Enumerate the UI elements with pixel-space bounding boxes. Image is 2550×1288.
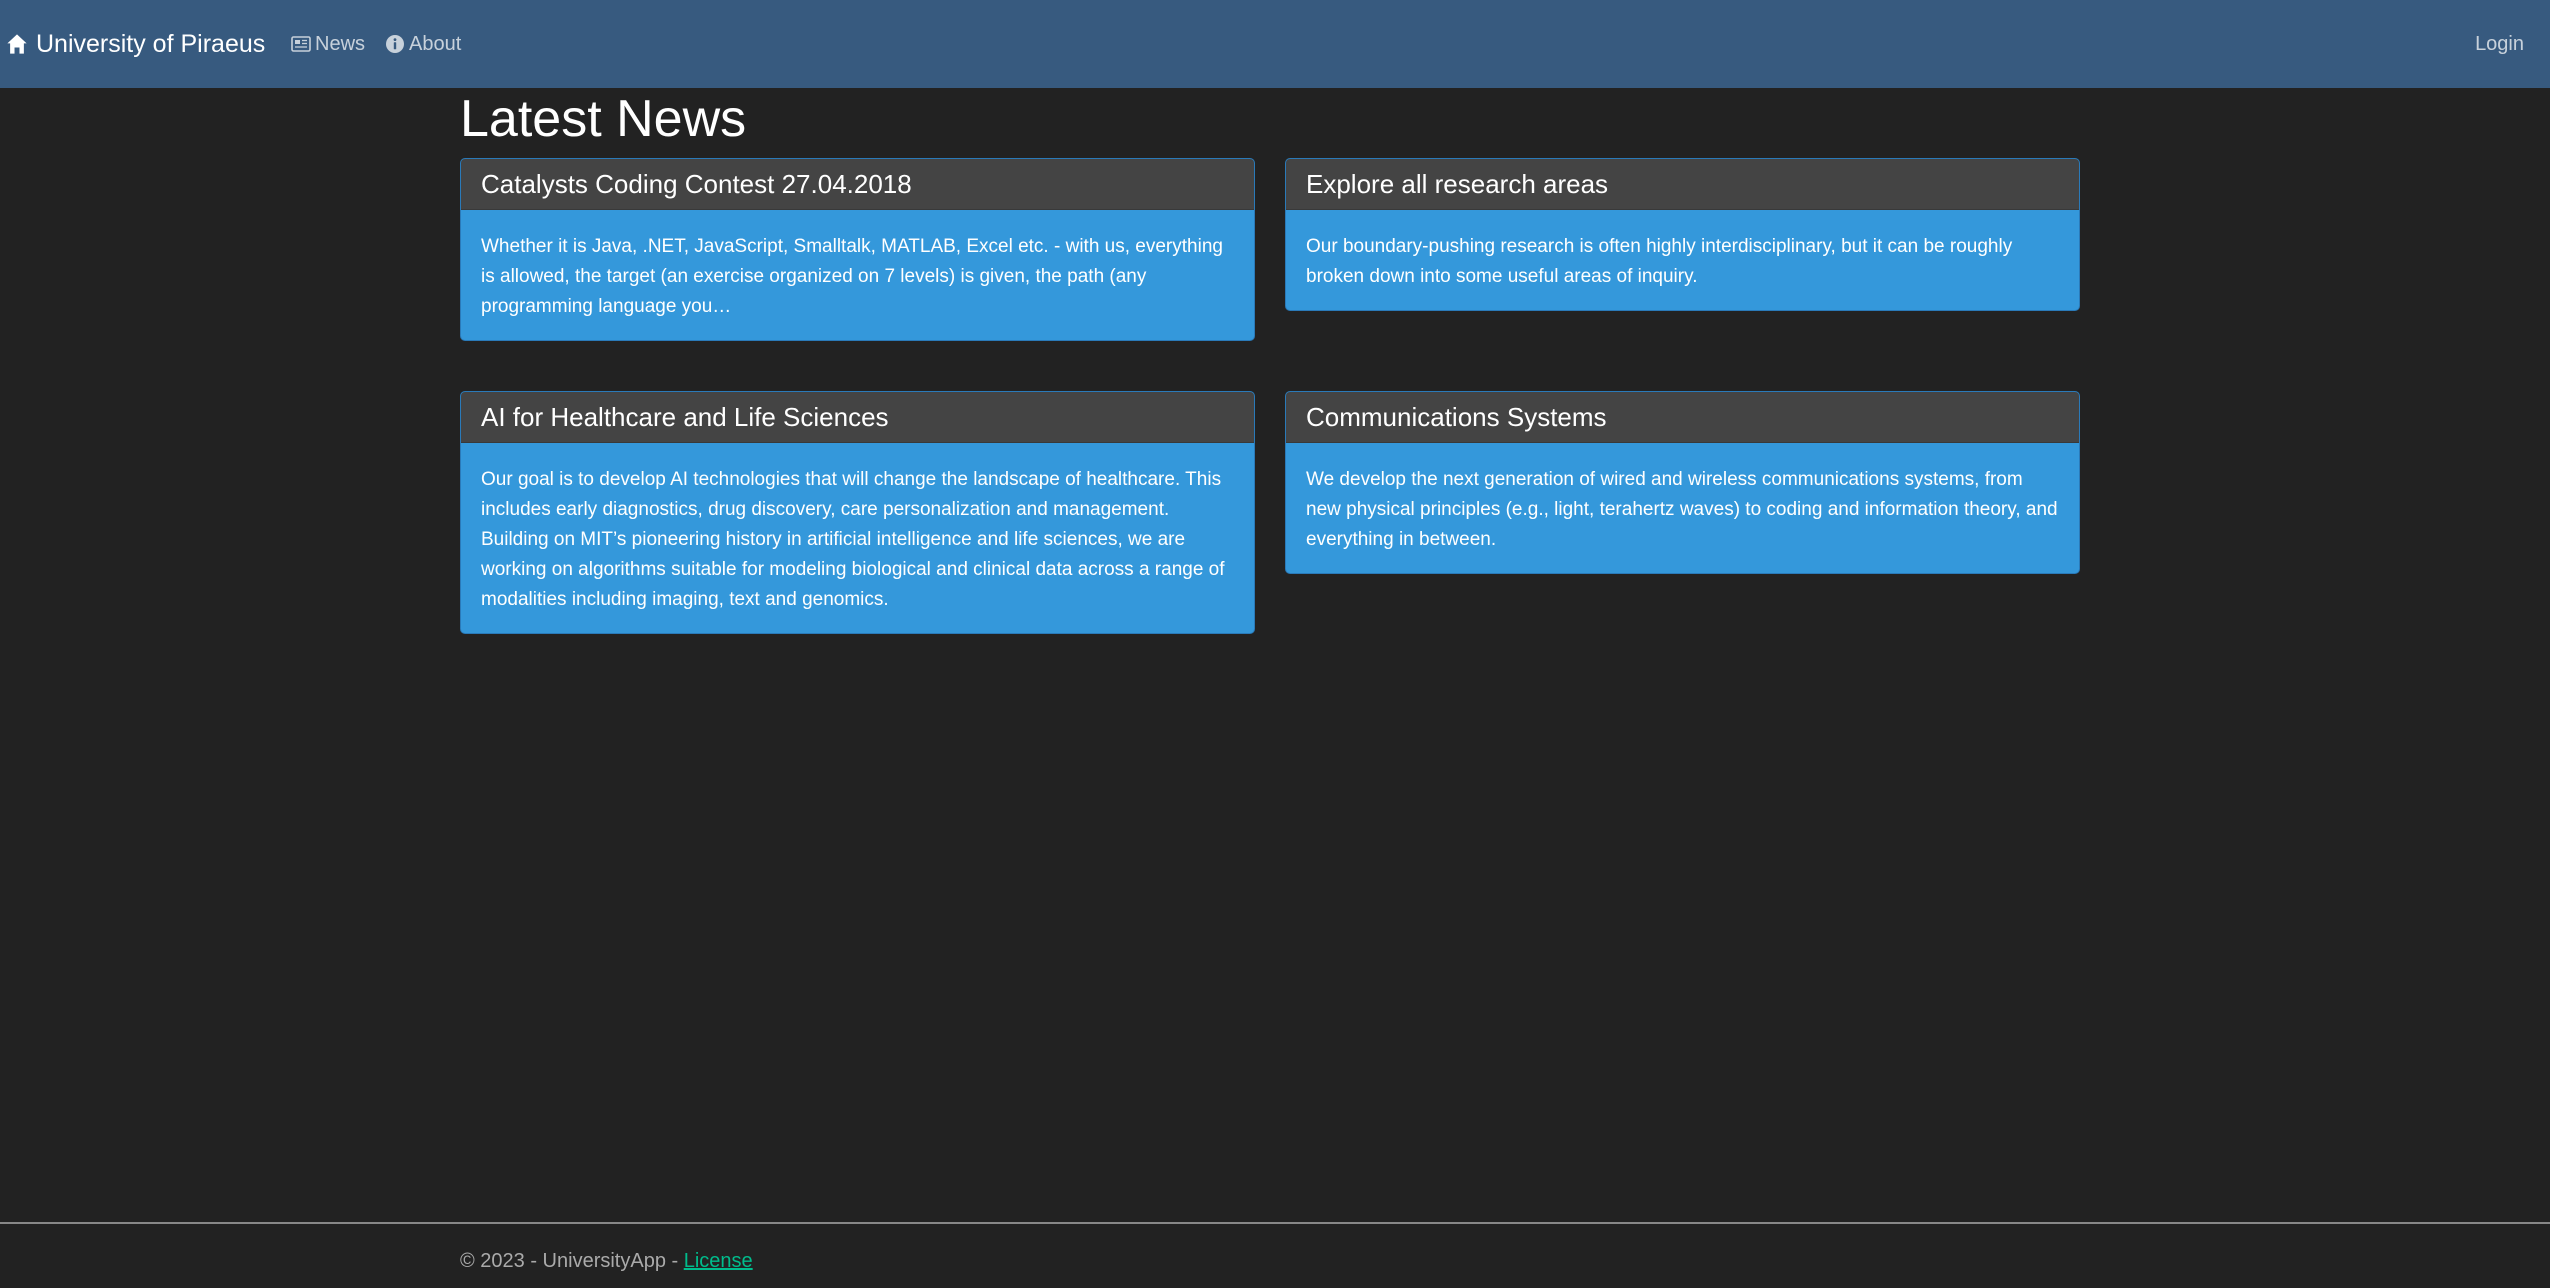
- login-label: Login: [2475, 32, 2524, 55]
- nav-news[interactable]: News: [291, 0, 365, 88]
- news-card[interactable]: Catalysts Coding Contest 27.04.2018 Whet…: [460, 158, 1255, 341]
- info-circle-icon: [386, 35, 404, 53]
- page-title: Latest News: [460, 90, 747, 148]
- brand-link[interactable]: University of Piraeus: [6, 0, 265, 88]
- copyright-text: © 2023 - UniversityApp -: [460, 1250, 684, 1272]
- brand-label: University of Piraeus: [36, 29, 266, 58]
- card-title: AI for Healthcare and Life Sciences: [461, 392, 1254, 443]
- home-icon: [7, 34, 27, 54]
- card-body: Our boundary-pushing research is often h…: [1306, 236, 2013, 287]
- news-card[interactable]: Explore all research areas Our boundary-…: [1285, 158, 2080, 311]
- newspaper-icon: [291, 36, 311, 52]
- footer-text: © 2023 - UniversityApp - License: [460, 1250, 753, 1273]
- card-title: Communications Systems: [1286, 392, 2079, 443]
- card-body: We develop the next generation of wired …: [1306, 469, 2058, 550]
- nav-news-label: News: [315, 32, 366, 55]
- news-card[interactable]: AI for Healthcare and Life Sciences Our …: [460, 391, 1255, 634]
- card-body: Our goal is to develop AI technologies t…: [481, 469, 1225, 610]
- card-body: Whether it is Java, .NET, JavaScript, Sm…: [481, 236, 1223, 317]
- card-title: Catalysts Coding Contest 27.04.2018: [461, 159, 1254, 210]
- nav-about[interactable]: About: [385, 0, 461, 88]
- nav-about-label: About: [409, 32, 462, 55]
- card-title: Explore all research areas: [1286, 159, 2079, 210]
- login-link[interactable]: Login: [2475, 0, 2524, 88]
- navbar: University of Piraeus News About Login: [0, 0, 2550, 88]
- news-card[interactable]: Communications Systems We develop the ne…: [1285, 391, 2080, 574]
- footer: © 2023 - UniversityApp - License: [0, 1222, 2550, 1288]
- license-link[interactable]: License: [684, 1250, 753, 1272]
